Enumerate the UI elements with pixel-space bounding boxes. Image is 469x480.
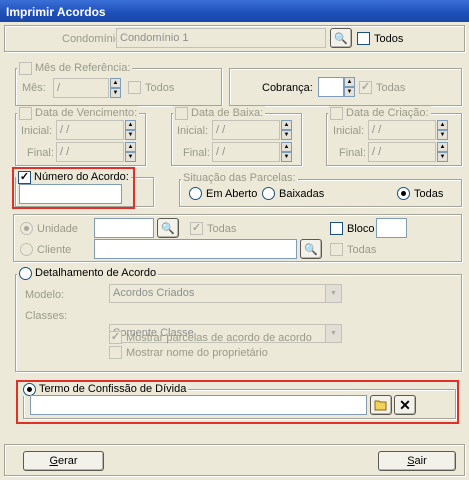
- bloco-checkbox[interactable]: [330, 222, 343, 235]
- cliente-input[interactable]: [94, 239, 297, 259]
- bloco-input[interactable]: [376, 218, 407, 238]
- baixa-legend: Data de Baixa:: [191, 107, 264, 119]
- cobranca-input[interactable]: [318, 77, 344, 97]
- cobranca-label: Cobrança:: [262, 82, 313, 94]
- criacao-inicial-input[interactable]: / /: [368, 120, 436, 140]
- criacao-final-spinner[interactable]: ▲ ▼: [437, 142, 448, 162]
- chevron-down-icon: ▼: [325, 325, 341, 342]
- sair-button[interactable]: Sair: [378, 451, 456, 471]
- vencimento-final-spinner[interactable]: ▲ ▼: [125, 142, 136, 162]
- situacao-todas-radio[interactable]: [397, 187, 410, 200]
- unidade-input[interactable]: [94, 218, 154, 238]
- criacao-checkbox[interactable]: [330, 106, 343, 120]
- termo-radio[interactable]: [23, 382, 36, 396]
- cliente-todas-label: Todas: [347, 243, 377, 256]
- criacao-final-label: Final:: [339, 147, 366, 159]
- cliente-todas-checkbox[interactable]: [330, 243, 343, 256]
- condominio-todos-checkbox[interactable]: [357, 32, 370, 45]
- window-title: Imprimir Acordos: [0, 0, 469, 22]
- modelo-value: Acordos Criados: [113, 287, 195, 299]
- modelo-select[interactable]: Acordos Criados ▼: [109, 284, 342, 303]
- termo-legend: Termo de Confissão de Dívida: [39, 383, 187, 395]
- vencimento-legend: Data de Vencimento:: [35, 107, 138, 119]
- sair-label: air: [414, 455, 427, 467]
- situacao-legend: Situação das Parcelas:: [181, 171, 298, 185]
- gerar-button[interactable]: Gerar: [23, 451, 104, 471]
- cobranca-todas-label: Todas: [376, 81, 406, 94]
- baixadas-radio[interactable]: [262, 187, 275, 200]
- detalhamento-radio[interactable]: [19, 266, 32, 280]
- cliente-radio[interactable]: [20, 243, 33, 256]
- numero-acordo-input[interactable]: [19, 184, 122, 204]
- mostrar-nome-checkbox[interactable]: [109, 346, 122, 359]
- baixa-inicial-spinner[interactable]: ▲ ▼: [281, 120, 292, 140]
- mes-todos-label: Todos: [145, 81, 175, 94]
- em-aberto-radio[interactable]: [189, 187, 202, 200]
- vencimento-final-input[interactable]: / /: [56, 142, 124, 162]
- detalhamento-legend: Detalhamento de Acordo: [35, 267, 157, 279]
- binoculars-icon[interactable]: 🔍: [330, 28, 352, 48]
- baixa-final-label: Final:: [183, 147, 210, 159]
- termo-input[interactable]: [30, 395, 367, 415]
- vencimento-inicial-spinner[interactable]: ▲ ▼: [125, 120, 136, 140]
- cliente-binoculars-icon[interactable]: 🔍: [300, 239, 322, 259]
- criacao-inicial-spinner[interactable]: ▲ ▼: [437, 120, 448, 140]
- folder-open-icon[interactable]: [370, 395, 392, 415]
- situacao-todas-label: Todas: [414, 187, 444, 200]
- mostrar-nome-label: Mostrar nome do proprietário: [126, 346, 268, 359]
- vencimento-final-label: Final:: [27, 147, 54, 159]
- baixa-final-input[interactable]: / /: [212, 142, 280, 162]
- close-icon[interactable]: ✕: [394, 395, 416, 415]
- vencimento-inicial-input[interactable]: / /: [56, 120, 124, 140]
- unidade-radio[interactable]: [20, 222, 33, 235]
- baixa-final-spinner[interactable]: ▲ ▼: [281, 142, 292, 162]
- unidade-label: Unidade: [37, 222, 78, 235]
- baixa-inicial-input[interactable]: / /: [212, 120, 280, 140]
- gerar-accel: G: [49, 455, 58, 467]
- mes-ref-legend: Mês de Referência:: [35, 62, 131, 74]
- mes-label: Mês:: [22, 82, 46, 94]
- criacao-legend: Data de Criação:: [346, 107, 429, 119]
- numero-acordo-checkbox[interactable]: ✓: [18, 170, 31, 184]
- baixa-inicial-label: Inicial:: [177, 125, 209, 137]
- unidade-binoculars-icon[interactable]: 🔍: [157, 218, 179, 238]
- vencimento-inicial-label: Inicial:: [21, 125, 53, 137]
- baixadas-label: Baixadas: [279, 187, 325, 200]
- mostrar-parcelas-checkbox[interactable]: ✓: [109, 331, 122, 344]
- unidade-todas-label: Todas: [207, 222, 237, 235]
- chevron-down-icon: ▼: [325, 285, 341, 302]
- condominio-input[interactable]: Condomínio 1: [116, 28, 326, 48]
- bloco-label: Bloco: [347, 222, 375, 235]
- mostrar-parcelas-label: Mostrar parcelas de acordo de acordo: [126, 331, 312, 344]
- mes-ref-checkbox[interactable]: [19, 61, 32, 75]
- modelo-label: Modelo:: [25, 289, 65, 301]
- condominio-todos-label: Todos: [374, 32, 404, 45]
- mes-spinner[interactable]: ▲ ▼: [110, 78, 121, 98]
- gerar-label: erar: [58, 455, 78, 467]
- criacao-final-input[interactable]: / /: [368, 142, 436, 162]
- classes-label: Classes:: [25, 310, 68, 322]
- cobranca-spinner[interactable]: ▲ ▼: [344, 77, 355, 97]
- baixa-checkbox[interactable]: [175, 106, 188, 120]
- sair-accel: S: [407, 455, 415, 467]
- criacao-inicial-label: Inicial:: [333, 125, 365, 137]
- vencimento-checkbox[interactable]: [19, 106, 32, 120]
- numero-acordo-legend: Número do Acordo:: [34, 171, 129, 183]
- mes-input[interactable]: /: [53, 78, 109, 98]
- cliente-label: Cliente: [37, 243, 72, 256]
- cobranca-todas-checkbox[interactable]: ✓: [359, 81, 372, 94]
- em-aberto-label: Em Aberto: [206, 187, 258, 200]
- unidade-todas-checkbox[interactable]: ✓: [190, 222, 203, 235]
- mes-todos-checkbox[interactable]: [128, 81, 141, 94]
